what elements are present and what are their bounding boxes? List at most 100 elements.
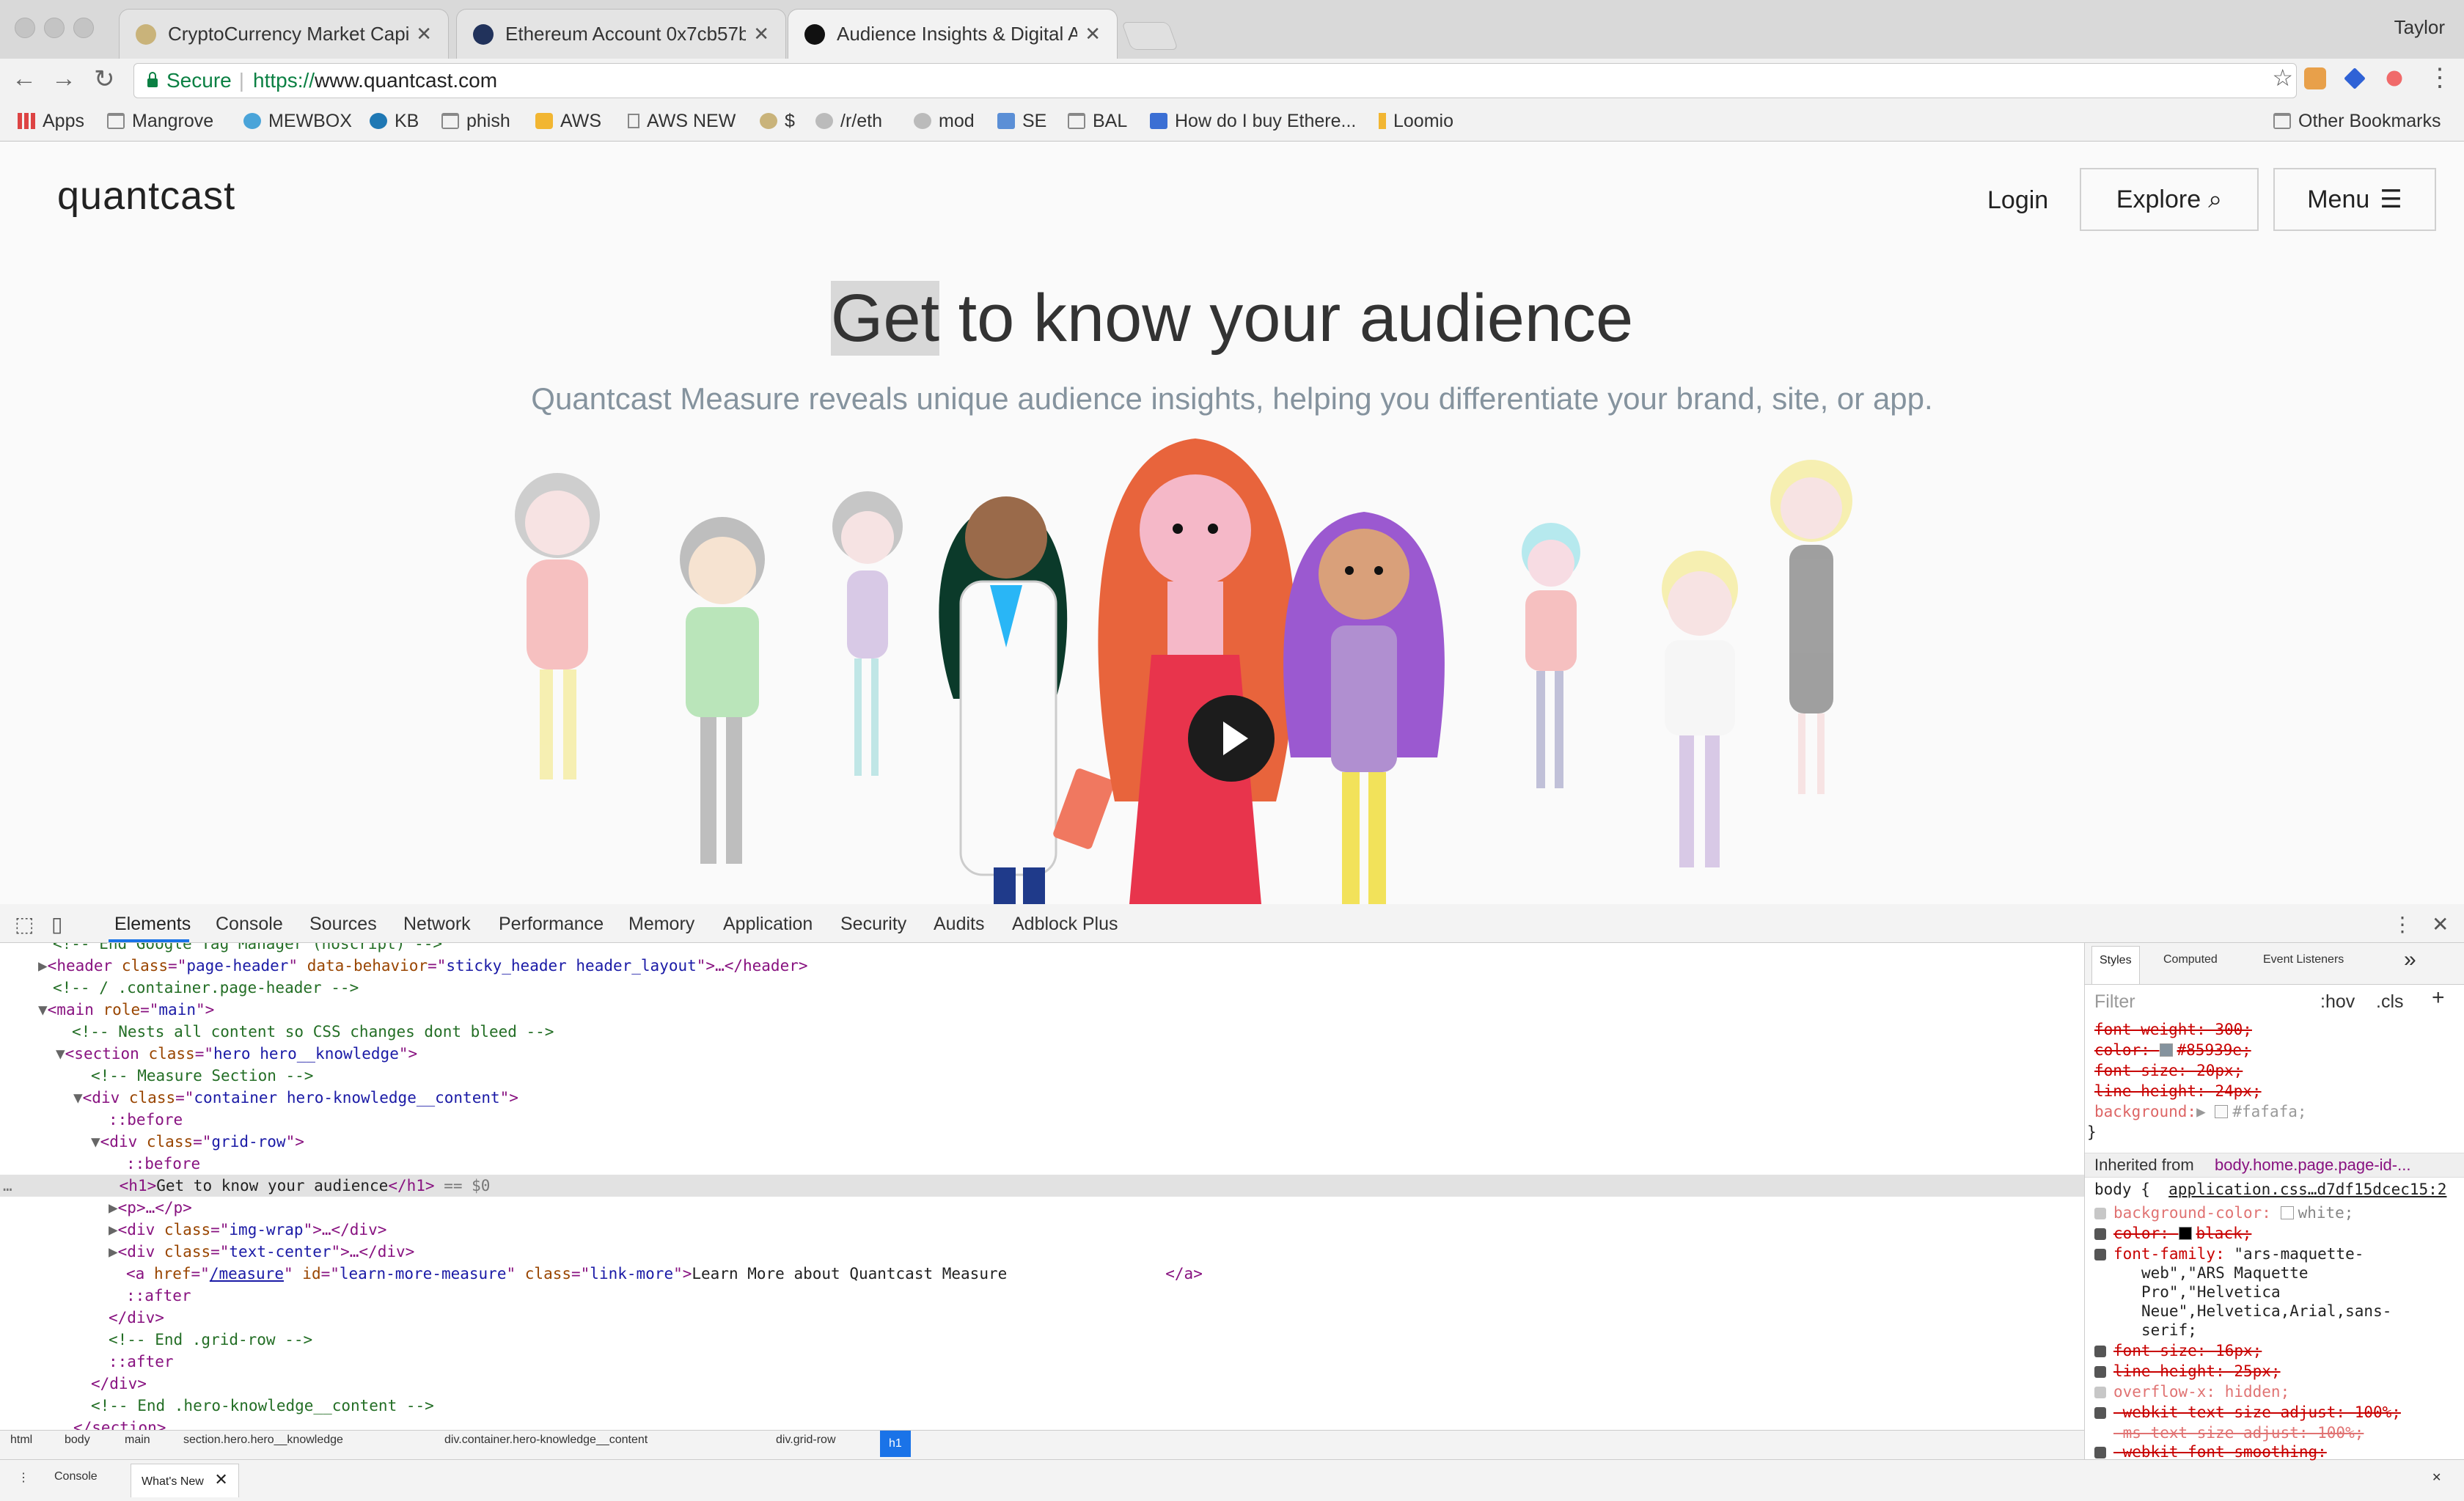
bookmark-kb[interactable]: KB (370, 110, 419, 132)
dom-line[interactable]: ::after (0, 1285, 2084, 1307)
forward-arrow-icon[interactable]: → (51, 65, 76, 93)
chrome-menu-icon[interactable]: ⋮ (2427, 63, 2452, 92)
checkbox[interactable] (2094, 1208, 2106, 1219)
zoom-window-button[interactable] (73, 18, 94, 38)
device-toolbar-icon[interactable]: ▯ (51, 912, 62, 936)
bookmark-loomio[interactable]: Loomio (1379, 110, 1453, 132)
tab-quantcast[interactable]: Audience Insights & Digital Ad ✕ (788, 9, 1118, 59)
breadcrumb-main[interactable]: main (125, 1434, 150, 1447)
checkbox[interactable] (2094, 1407, 2106, 1419)
dom-line-selected-h1[interactable]: … <h1>Get to know your audience</h1> == $… (0, 1175, 2084, 1197)
address-bar[interactable]: Secure | https://www.quantcast.com ☆ (133, 63, 2297, 98)
tab-console[interactable]: Console (216, 914, 283, 935)
styles-filter-input[interactable]: Filter (2094, 991, 2135, 1013)
bookmark-aws[interactable]: AWS (535, 110, 601, 132)
css-prop[interactable]: color: black; (2094, 1223, 2251, 1244)
dom-line[interactable]: ::after (0, 1351, 2084, 1373)
inspect-element-icon[interactable]: ⬚ (15, 912, 34, 936)
dom-line[interactable]: </div> (0, 1373, 2084, 1395)
close-tab-icon[interactable]: ✕ (753, 23, 769, 45)
tab-sources[interactable]: Sources (309, 914, 377, 935)
dom-line[interactable]: <!-- Nests all content so CSS changes do… (0, 1021, 2084, 1043)
dom-line[interactable]: </div> (0, 1307, 2084, 1329)
color-swatch[interactable] (2280, 1206, 2294, 1219)
dom-line[interactable]: ▶<div class="img-wrap">…</div> (0, 1219, 2084, 1241)
css-prop[interactable]: -ms-text-size-adjust: 100%; (2094, 1423, 2364, 1443)
checkbox[interactable] (2094, 1366, 2106, 1378)
more-tabs-icon[interactable]: » (2404, 947, 2416, 972)
reload-icon[interactable]: ↻ (94, 65, 115, 94)
css-prop[interactable]: background:▶ #fafafa; (2094, 1101, 2307, 1122)
dom-line[interactable]: ▶<p>…</p> (0, 1197, 2084, 1219)
close-devtools-icon[interactable]: ✕ (2432, 912, 2449, 936)
dom-line[interactable]: ::before (0, 1153, 2084, 1175)
color-swatch[interactable] (2178, 1227, 2192, 1240)
tab-event-listeners[interactable]: Event Listeners (2263, 953, 2344, 966)
css-prop[interactable]: line-height: 25px; (2094, 1361, 2281, 1381)
checkbox[interactable] (2094, 1249, 2106, 1260)
explore-button[interactable]: Explore ⌕ (2080, 168, 2259, 231)
login-link[interactable]: Login (1987, 186, 2048, 215)
new-tab-button[interactable] (1121, 22, 1178, 50)
bookmark-star-icon[interactable]: ☆ (2272, 64, 2293, 92)
dom-line[interactable]: ::before (0, 1109, 2084, 1131)
class-toggle[interactable]: .cls (2376, 991, 2404, 1013)
css-prop[interactable]: line-height: 24px; (2094, 1081, 2262, 1101)
dom-tree[interactable]: <!-- End Google Tag Manager (noscript) -… (0, 943, 2084, 1430)
close-tab-icon[interactable]: ✕ (416, 23, 432, 45)
hover-state-toggle[interactable]: :hov (2320, 991, 2355, 1013)
color-swatch[interactable] (2159, 1043, 2173, 1057)
close-drawer-icon[interactable]: ✕ (2432, 1470, 2441, 1485)
tab-memory[interactable]: Memory (628, 914, 694, 935)
breadcrumb-body[interactable]: body (65, 1434, 90, 1447)
drawer-tab-whats-new[interactable]: What's New ✕ (131, 1464, 239, 1497)
checkbox[interactable] (2094, 1447, 2106, 1458)
bookmark-mewbox[interactable]: MEWBOX (243, 110, 352, 132)
bookmark-apps[interactable]: Apps (18, 110, 84, 132)
dom-line[interactable]: <a href="/measure" id="learn-more-measur… (0, 1263, 2084, 1285)
dom-line[interactable]: ▼<main role="main"> (0, 999, 2084, 1021)
checkbox[interactable] (2094, 1387, 2106, 1398)
drawer-tab-console[interactable]: Console (54, 1470, 98, 1483)
minimize-window-button[interactable] (44, 18, 65, 38)
css-source-link[interactable]: application.css…d7df15dcec15:2 (2168, 1181, 2446, 1198)
breadcrumb-container[interactable]: div.container.hero-knowledge__content (444, 1434, 648, 1447)
breadcrumb-html[interactable]: html (10, 1434, 32, 1447)
css-prop[interactable]: -webkit-text-size-adjust: 100%; (2094, 1402, 2401, 1423)
dom-line[interactable]: ▼<div class="grid-row"> (0, 1131, 2084, 1153)
profile-name[interactable]: Taylor (2394, 16, 2445, 39)
bookmark-bal[interactable]: BAL (1068, 110, 1127, 132)
checkbox[interactable] (2094, 1346, 2106, 1357)
metamask-extension-icon[interactable] (2304, 67, 2326, 89)
dom-line[interactable]: <!-- Measure Section --> (0, 1065, 2084, 1087)
css-prop[interactable]: color: #85939e; (2094, 1040, 2251, 1060)
tab-coinmarketcap[interactable]: CryptoCurrency Market Capita ✕ (119, 9, 449, 59)
tab-elements[interactable]: Elements (114, 914, 191, 935)
bookmark-se[interactable]: SE (997, 110, 1046, 132)
dom-line[interactable]: <!-- End .grid-row --> (0, 1329, 2084, 1351)
css-prop[interactable]: font-size: 20px; (2094, 1060, 2243, 1081)
tab-network[interactable]: Network (403, 914, 471, 935)
add-rule-icon[interactable]: + (2432, 986, 2445, 1010)
dom-line[interactable]: ▶<header class="page-header" data-behavi… (0, 955, 2084, 977)
tab-computed[interactable]: Computed (2163, 953, 2218, 966)
play-video-button[interactable] (1188, 695, 1275, 782)
breadcrumb-section[interactable]: section.hero.hero__knowledge (183, 1434, 343, 1447)
bookmark-mod[interactable]: mod (914, 110, 975, 132)
tab-performance[interactable]: Performance (499, 914, 604, 935)
bookmark-how-to-buy-ether[interactable]: How do I buy Ethere... (1150, 110, 1356, 132)
dom-line[interactable]: ▶<div class="text-center">…</div> (0, 1241, 2084, 1263)
css-prop[interactable]: background-color: white; (2094, 1203, 2353, 1223)
dom-line[interactable]: </section> (0, 1417, 2084, 1430)
tab-security[interactable]: Security (840, 914, 906, 935)
bookmark-phish[interactable]: phish (441, 110, 510, 132)
dom-line[interactable]: <!-- / .container.page-header --> (0, 977, 2084, 999)
bookmark-r-eth[interactable]: /r/eth (815, 110, 882, 132)
quantcast-logo[interactable]: quantcast (57, 173, 235, 219)
close-tab-icon[interactable]: ✕ (1085, 23, 1101, 45)
css-prop[interactable]: font-weight: 300; (2094, 1019, 2252, 1040)
dom-line[interactable]: ▼<div class="container hero-knowledge__c… (0, 1087, 2084, 1109)
css-prop[interactable]: font-family: "ars-maquette- (2094, 1244, 2364, 1264)
color-swatch[interactable] (2215, 1105, 2229, 1118)
close-window-button[interactable] (15, 18, 35, 38)
